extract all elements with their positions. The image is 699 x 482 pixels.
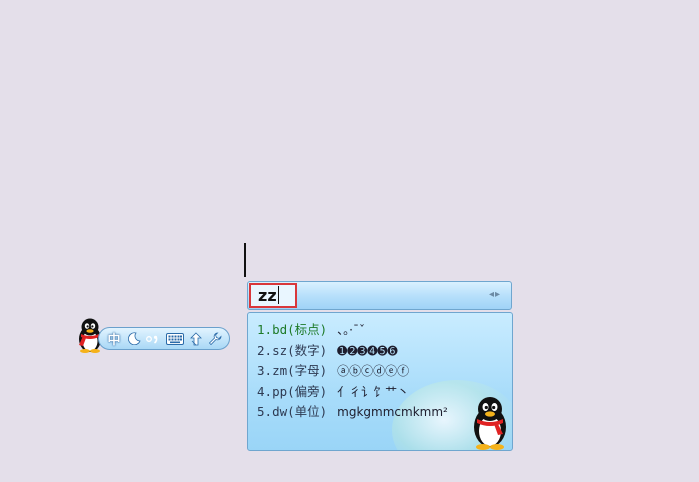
punctuation-icon[interactable] bbox=[144, 330, 162, 347]
candidate-symbols: mgkgmmcmkmm² bbox=[337, 405, 448, 419]
ime-candidate-panel: 1.bd(标点) 、。·¯ˇ 2.sz(数字) ➊➋➌➍➎➏ 3.zm(字母) ⓐⓑⓒ… bbox=[247, 312, 513, 451]
candidate-number: 2. bbox=[257, 342, 273, 358]
candidate-number: 4. bbox=[257, 383, 273, 399]
switch-icon[interactable] bbox=[188, 330, 204, 347]
candidate-item[interactable]: 2.sz(数字) ➊➋➌➍➎➏ bbox=[257, 341, 448, 362]
keyboard-icon[interactable] bbox=[165, 330, 185, 347]
candidate-item[interactable]: 4.pp(偏旁) 亻彳讠饣艹丶 bbox=[257, 382, 448, 403]
candidate-item[interactable]: 3.zm(字母) ⓐⓑⓒⓓⓔⓕ bbox=[257, 361, 448, 382]
wrench-icon[interactable] bbox=[206, 330, 224, 347]
candidate-symbols: ➊➋➌➍➎➏ bbox=[337, 343, 398, 358]
candidate-symbols: ⓐⓑⓒⓓⓔⓕ bbox=[337, 364, 410, 378]
candidate-number: 5. bbox=[257, 404, 273, 419]
text-caret bbox=[244, 243, 246, 277]
candidate-code: dw(单位) bbox=[272, 404, 328, 419]
candidate-code: sz(数字) bbox=[272, 342, 328, 358]
candidate-item[interactable]: 5.dw(单位) mgkgmmcmkmm² bbox=[257, 402, 448, 423]
candidate-code: zm(字母) bbox=[272, 363, 328, 378]
page-next-icon[interactable]: ▸ bbox=[495, 289, 501, 300]
candidate-code: bd(标点) bbox=[272, 322, 328, 337]
candidate-list: 1.bd(标点) 、。·¯ˇ 2.sz(数字) ➊➋➌➍➎➏ 3.zm(字母) ⓐⓑⓒ… bbox=[257, 320, 448, 423]
mode-label: 中 bbox=[107, 333, 121, 348]
penguin-mascot-icon bbox=[474, 397, 506, 450]
candidate-number: 1. bbox=[257, 322, 273, 337]
candidate-number: 3. bbox=[257, 363, 273, 378]
composition-cursor bbox=[277, 286, 279, 304]
composition-text: zz bbox=[258, 286, 277, 305]
ime-composition-bar: zz ◂▸ bbox=[247, 281, 512, 310]
candidate-symbols: 亻彳讠饣艹丶 bbox=[337, 384, 410, 399]
candidate-symbols: 、。·¯ˇ bbox=[337, 323, 365, 337]
page-arrows[interactable]: ◂▸ bbox=[489, 289, 501, 300]
composition-input[interactable]: zz bbox=[249, 283, 297, 308]
moon-icon[interactable] bbox=[126, 330, 142, 347]
candidate-item[interactable]: 1.bd(标点) 、。·¯ˇ bbox=[257, 320, 448, 341]
ime-status-bar: 中 bbox=[98, 327, 230, 350]
chinese-mode-button[interactable]: 中 bbox=[105, 330, 123, 348]
candidate-code: pp(偏旁) bbox=[272, 383, 328, 399]
